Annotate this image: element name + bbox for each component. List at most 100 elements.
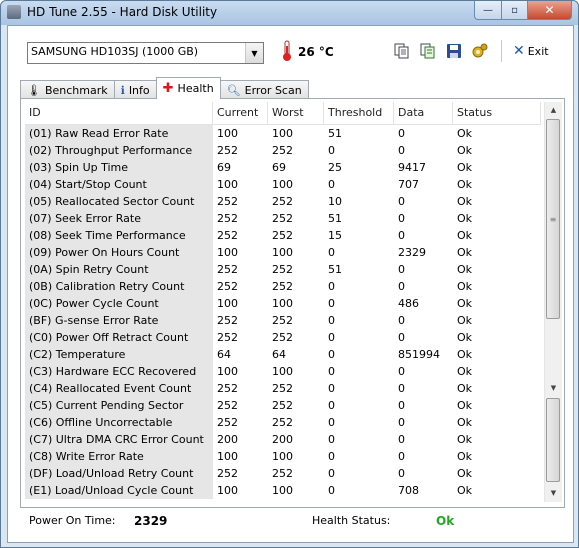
scroll-down-icon[interactable]: ▼ — [545, 485, 562, 501]
threshold-cell: 0 — [328, 246, 335, 259]
current-cell: 100 — [217, 246, 238, 259]
status-cell: Ok — [457, 263, 473, 276]
data-cell: 0 — [398, 144, 405, 157]
status-bar: Power On Time: 2329 Health Status: Ok — [8, 514, 573, 540]
status-cell: Ok — [457, 127, 473, 140]
title-bar[interactable]: HD Tune 2.55 - Hard Disk Utility — ▫ ✕ — [1, 1, 578, 25]
vertical-scrollbar[interactable]: ▲ ≡ ▼ ▼ — [544, 102, 562, 502]
column-header-data[interactable]: Data — [394, 102, 453, 124]
table-row[interactable]: (C5) Current Pending Sector 252 252 0 0 Ok — [25, 397, 541, 414]
current-cell: 100 — [217, 127, 238, 140]
table-row[interactable]: (09) Power On Hours Count 100 100 0 2329 Ok — [25, 244, 541, 261]
status-cell: Ok — [457, 161, 473, 174]
data-cell: 2329 — [398, 246, 426, 259]
data-cell: 0 — [398, 280, 405, 293]
current-cell: 100 — [217, 365, 238, 378]
tab-label: Info — [128, 83, 150, 97]
tab-benchmark[interactable]: 🌡︎ Benchmark — [20, 80, 115, 99]
table-row[interactable]: (0C) Power Cycle Count 100 100 0 486 Ok — [25, 295, 541, 312]
status-cell: Ok — [457, 365, 473, 378]
app-window: HD Tune 2.55 - Hard Disk Utility — ▫ ✕ S… — [0, 0, 579, 548]
scroll-down-icon[interactable]: ▼ — [545, 380, 562, 396]
tab-info[interactable]: ℹ Info — [113, 80, 157, 99]
current-cell: 252 — [217, 416, 238, 429]
attribute-id-cell: (C8) Write Error Rate — [25, 448, 213, 465]
attribute-id-cell: (C6) Offline Uncorrectable — [25, 414, 213, 431]
attribute-id-cell: (C7) Ultra DMA CRC Error Count — [25, 431, 213, 448]
worst-cell: 100 — [272, 297, 293, 310]
current-cell: 100 — [217, 178, 238, 191]
table-row[interactable]: (05) Reallocated Sector Count 252 252 10 0 Ok — [25, 193, 541, 210]
table-row[interactable]: (04) Start/Stop Count 100 100 0 707 Ok — [25, 176, 541, 193]
copy-all-icon[interactable] — [420, 43, 436, 59]
scroll-thumb-lower[interactable] — [546, 398, 560, 482]
table-header: ID Current Worst Threshold Data Status — [25, 102, 541, 125]
threshold-cell: 0 — [328, 467, 335, 480]
table-row[interactable]: (C4) Reallocated Event Count 252 252 0 0 Ok — [25, 380, 541, 397]
status-cell: Ok — [457, 246, 473, 259]
data-cell: 0 — [398, 331, 405, 344]
attribute-id-cell: (0A) Spin Retry Count — [25, 261, 213, 278]
table-row[interactable]: (C0) Power Off Retract Count 252 252 0 0 Ok — [25, 329, 541, 346]
scroll-up-icon[interactable]: ▲ — [545, 102, 562, 118]
attribute-id-cell: (08) Seek Time Performance — [25, 227, 213, 244]
table-row[interactable]: (01) Raw Read Error Rate 100 100 51 0 Ok — [25, 125, 541, 142]
status-cell: Ok — [457, 416, 473, 429]
table-row[interactable]: (C3) Hardware ECC Recovered 100 100 0 0 Ok — [25, 363, 541, 380]
column-header-id[interactable]: ID — [25, 102, 213, 124]
table-row[interactable]: (02) Throughput Performance 252 252 0 0 Ok — [25, 142, 541, 159]
toolbar-separator — [501, 40, 502, 62]
tab-error-scan[interactable]: 🔍︎ Error Scan — [219, 80, 309, 99]
table-row[interactable]: (C2) Temperature 64 64 0 851994 Ok — [25, 346, 541, 363]
drive-select[interactable]: SAMSUNG HD103SJ (1000 GB) ▼ — [27, 42, 264, 64]
threshold-cell: 15 — [328, 229, 342, 242]
copy-icon[interactable] — [394, 43, 410, 59]
table-row[interactable]: (BF) G-sense Error Rate 252 252 0 0 Ok — [25, 312, 541, 329]
health-status-label: Health Status: — [312, 514, 391, 527]
worst-cell: 100 — [272, 484, 293, 497]
column-header-status[interactable]: Status — [453, 102, 541, 124]
benchmark-icon: 🌡︎ — [27, 83, 41, 97]
threshold-cell: 0 — [328, 433, 335, 446]
maximize-button[interactable]: ▫ — [502, 1, 528, 20]
health-cross-icon: ✚ — [162, 81, 174, 96]
table-row[interactable]: (E1) Load/Unload Cycle Count 100 100 0 708 Ok — [25, 482, 541, 499]
current-cell: 252 — [217, 263, 238, 276]
scroll-thumb[interactable]: ≡ — [546, 119, 560, 319]
column-header-worst[interactable]: Worst — [268, 102, 324, 124]
minimize-button[interactable]: — — [474, 1, 502, 20]
threshold-cell: 0 — [328, 331, 335, 344]
chevron-down-icon[interactable]: ▼ — [245, 43, 263, 63]
save-icon[interactable] — [446, 43, 462, 59]
table-row[interactable]: (C6) Offline Uncorrectable 252 252 0 0 Ok — [25, 414, 541, 431]
exit-button[interactable]: ✕ Exit — [513, 43, 549, 59]
table-row[interactable]: (DF) Load/Unload Retry Count 252 252 0 0 Ok — [25, 465, 541, 482]
worst-cell: 200 — [272, 433, 293, 446]
column-header-current[interactable]: Current — [213, 102, 268, 124]
table-row[interactable]: (03) Spin Up Time 69 69 25 9417 Ok — [25, 159, 541, 176]
table-row[interactable]: (0A) Spin Retry Count 252 252 51 0 Ok — [25, 261, 541, 278]
table-row[interactable]: (07) Seek Error Rate 252 252 51 0 Ok — [25, 210, 541, 227]
tab-health[interactable]: ✚ Health — [155, 77, 221, 99]
table-row[interactable]: (C7) Ultra DMA CRC Error Count 200 200 0 0 Ok — [25, 431, 541, 448]
tab-bar: 🌡︎ Benchmark ℹ Info ✚ Health 🔍︎ Error Sc… — [20, 77, 309, 99]
data-cell: 851994 — [398, 348, 440, 361]
table-row[interactable]: (0B) Calibration Retry Count 252 252 0 0 Ok — [25, 278, 541, 295]
data-cell: 0 — [398, 399, 405, 412]
table-row[interactable]: (08) Seek Time Performance 252 252 15 0 Ok — [25, 227, 541, 244]
threshold-cell: 51 — [328, 127, 342, 140]
current-cell: 252 — [217, 229, 238, 242]
current-cell: 252 — [217, 382, 238, 395]
column-header-threshold[interactable]: Threshold — [324, 102, 394, 124]
table-row[interactable]: (C8) Write Error Rate 100 100 0 0 Ok — [25, 448, 541, 465]
close-button[interactable]: ✕ — [528, 1, 572, 20]
status-cell: Ok — [457, 382, 473, 395]
current-cell: 100 — [217, 297, 238, 310]
options-icon[interactable] — [472, 43, 488, 59]
exit-icon: ✕ — [513, 43, 525, 59]
worst-cell: 252 — [272, 263, 293, 276]
data-cell: 0 — [398, 433, 405, 446]
data-cell: 0 — [398, 212, 405, 225]
attribute-id-cell: (03) Spin Up Time — [25, 159, 213, 176]
attribute-id-cell: (0B) Calibration Retry Count — [25, 278, 213, 295]
